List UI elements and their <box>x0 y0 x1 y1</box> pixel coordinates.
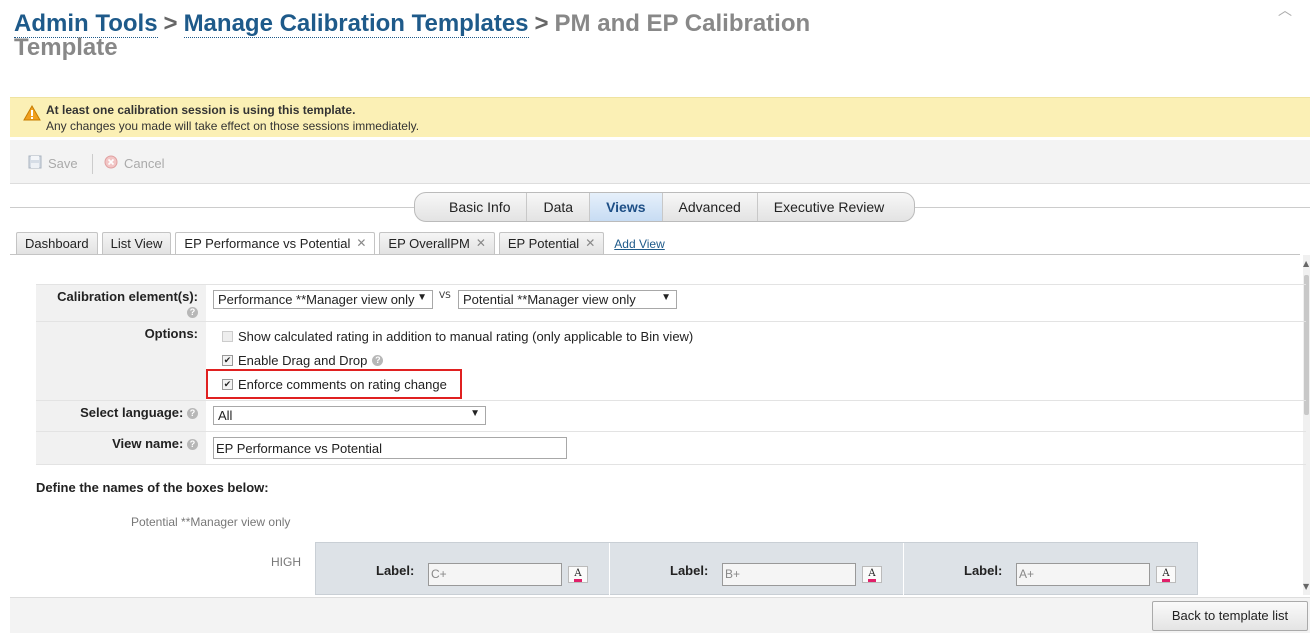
cancel-icon <box>104 155 118 172</box>
box-label-caption: Label: <box>376 563 415 578</box>
language-label-text: Select language: <box>80 405 184 420</box>
tab-executive-review[interactable]: Executive Review <box>758 193 914 221</box>
box-grid: Label: C+ A Label: B+ A Label: A+ A <box>315 542 1198 596</box>
box-cell: Label: A+ A <box>904 543 1198 596</box>
calibration-element-2-select[interactable]: Potential **Manager view only ▼ <box>458 290 677 309</box>
help-icon[interactable]: ? <box>187 307 198 319</box>
tab-views[interactable]: Views <box>590 193 663 221</box>
box-label-input[interactable]: A+ <box>1016 563 1150 586</box>
dropdown-arrow-icon: ▼ <box>417 292 427 303</box>
dropdown-arrow-icon: ▼ <box>470 408 480 419</box>
calibration-elements-label: Calibration element(s): ? <box>36 285 206 321</box>
box-label-caption: Label: <box>670 563 709 578</box>
box-label-caption: Label: <box>964 563 1003 578</box>
view-tab-label: EP OverallPM <box>388 236 470 251</box>
breadcrumb-separator: > <box>163 10 178 37</box>
text-color-glyph: A <box>1162 568 1170 582</box>
back-to-template-list-button[interactable]: Back to template list <box>1152 601 1308 631</box>
option-show-calculated[interactable]: Show calculated rating in addition to ma… <box>222 329 693 344</box>
tab-data[interactable]: Data <box>527 193 591 221</box>
box-label-input[interactable]: C+ <box>428 563 562 586</box>
text-color-glyph: A <box>868 568 876 582</box>
scroll-down-icon[interactable]: ▼ <box>1303 582 1309 591</box>
add-view-link[interactable]: Add View <box>608 232 670 254</box>
cancel-label: Cancel <box>124 156 165 171</box>
dropdown-arrow-icon: ▼ <box>661 292 671 303</box>
save-icon <box>28 155 42 172</box>
breadcrumb-manage-templates[interactable]: Manage Calibration Templates <box>183 10 529 38</box>
view-tab-label: List View <box>110 236 163 251</box>
help-icon[interactable]: ? <box>187 439 198 451</box>
warning-icon <box>23 104 41 124</box>
language-select[interactable]: All ▼ <box>213 406 486 425</box>
box-label-input[interactable]: B+ <box>722 563 856 586</box>
options-label: Options: <box>36 322 206 400</box>
collapse-chevron-icon[interactable]: ︿ <box>1278 0 1292 20</box>
calibration-element-2-value: Potential **Manager view only <box>463 292 636 307</box>
toolbar-divider <box>92 154 93 174</box>
warning-banner: At least one calibration session is usin… <box>10 97 1310 137</box>
tab-basic-info[interactable]: Basic Info <box>415 193 528 221</box>
view-tab-ep-performance-vs-potential[interactable]: EP Performance vs Potential ✕ <box>175 232 376 255</box>
view-tab-dashboard[interactable]: Dashboard <box>16 232 98 254</box>
option-show-calculated-label: Show calculated rating in addition to ma… <box>238 329 694 344</box>
view-tab-label: EP Potential <box>507 236 580 251</box>
cancel-button[interactable]: Cancel <box>104 155 164 172</box>
help-icon[interactable]: ? <box>372 355 384 366</box>
breadcrumb-separator: > <box>534 10 549 37</box>
boxes-section-title: Define the names of the boxes below: <box>36 480 269 495</box>
view-tab-label: Dashboard <box>25 236 89 251</box>
y-axis-label: Potential **Manager view only <box>131 515 291 529</box>
view-name-input[interactable]: EP Performance vs Potential <box>213 437 567 459</box>
action-toolbar: Save Cancel <box>10 140 1310 184</box>
view-tab-label: EP Performance vs Potential <box>184 236 351 251</box>
warning-message: Any changes you made will take effect on… <box>46 119 420 133</box>
vs-label: VS <box>439 291 451 301</box>
page-title: Admin Tools > Manage Calibration Templates… <box>14 10 844 60</box>
option-drag-drop-label: Enable Drag and Drop <box>238 353 368 368</box>
view-tab-ep-overallpm[interactable]: EP OverallPM ✕ <box>379 232 495 254</box>
option-drag-drop[interactable]: ✔ Enable Drag and Drop ? <box>222 353 384 368</box>
view-name-label-text: View name: <box>112 436 184 451</box>
row-label-high: HIGH <box>271 555 301 569</box>
view-tab-ep-potential[interactable]: EP Potential ✕ <box>498 232 605 254</box>
language-value: All <box>218 408 233 423</box>
checkbox-unchecked[interactable] <box>222 331 233 342</box>
footer-bar <box>10 597 1310 633</box>
view-name-label: View name: ? <box>36 432 206 464</box>
view-tabs: Dashboard List View EP Performance vs Po… <box>16 232 671 255</box>
save-label: Save <box>48 156 78 171</box>
text-color-icon[interactable]: A <box>568 566 588 583</box>
box-cell: Label: B+ A <box>610 543 904 596</box>
box-cell: Label: C+ A <box>316 543 610 596</box>
calibration-element-1-select[interactable]: Performance **Manager view only ▼ <box>213 290 433 309</box>
close-icon[interactable]: ✕ <box>585 236 595 254</box>
warning-title: At least one calibration session is usin… <box>46 103 356 117</box>
scroll-up-icon[interactable]: ▲ <box>1303 259 1309 268</box>
close-icon[interactable]: ✕ <box>356 236 366 255</box>
help-icon[interactable]: ? <box>187 408 198 420</box>
text-color-icon[interactable]: A <box>1156 566 1176 583</box>
main-tabs: Basic Info Data Views Advanced Executive… <box>414 192 916 222</box>
view-tab-list-view[interactable]: List View <box>101 232 172 254</box>
calibration-elements-label-text: Calibration element(s): <box>57 289 198 304</box>
text-color-glyph: A <box>574 568 582 582</box>
language-label: Select language: ? <box>36 401 206 431</box>
tab-advanced[interactable]: Advanced <box>663 193 758 221</box>
save-button[interactable]: Save <box>28 155 78 172</box>
calibration-element-1-value: Performance **Manager view only <box>218 292 415 307</box>
text-color-icon[interactable]: A <box>862 566 882 583</box>
close-icon[interactable]: ✕ <box>476 236 486 254</box>
highlight-box <box>206 369 462 399</box>
checkbox-checked[interactable]: ✔ <box>222 355 233 366</box>
